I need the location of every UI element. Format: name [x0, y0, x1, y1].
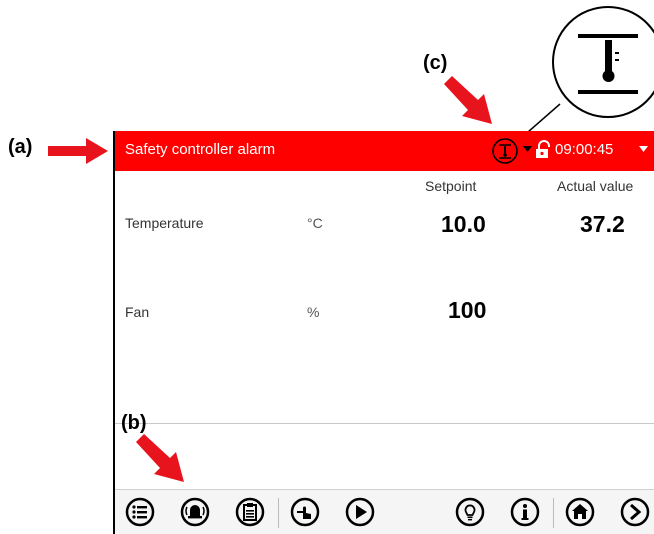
- temperature-setpoint[interactable]: 10.0: [441, 211, 486, 238]
- manual-touch-icon[interactable]: [290, 497, 320, 527]
- controller-screen: Safety controller alarm 09:00:45 Setpoin…: [113, 131, 654, 534]
- chevron-down-icon[interactable]: [523, 146, 533, 154]
- fan-setpoint[interactable]: 100: [448, 297, 486, 324]
- callout-label-b: (b): [121, 412, 147, 434]
- thermometer-alarm-icon[interactable]: [488, 136, 522, 166]
- divider: [115, 423, 654, 424]
- toolbar-separator: [553, 498, 554, 528]
- light-bulb-icon[interactable]: [455, 497, 485, 527]
- status-bar: Safety controller alarm 09:00:45: [115, 131, 654, 171]
- info-icon[interactable]: [510, 497, 540, 527]
- clipboard-icon[interactable]: [235, 497, 265, 527]
- temperature-actual: 37.2: [580, 211, 625, 237]
- callout-label-a: (a): [8, 136, 33, 158]
- play-icon[interactable]: [345, 497, 375, 527]
- clock-time[interactable]: 09:00:45: [555, 141, 613, 158]
- callout-arrow-b: [136, 434, 184, 482]
- alarm-message[interactable]: Safety controller alarm: [125, 141, 275, 158]
- callout-arrow-c: [444, 76, 492, 124]
- fan-unit: %: [307, 304, 320, 320]
- fan-label: Fan: [125, 304, 150, 320]
- bottom-toolbar: [115, 489, 654, 534]
- lock-icon[interactable]: [535, 140, 553, 160]
- temperature-label: Temperature: [125, 215, 204, 231]
- toolbar-separator: [278, 498, 279, 528]
- actual-value-header: Actual value: [557, 178, 634, 194]
- menu-list-icon[interactable]: [125, 497, 155, 527]
- setpoint-header: Setpoint: [425, 178, 477, 194]
- next-icon[interactable]: [620, 497, 650, 527]
- callout-label-c: (c): [423, 52, 448, 74]
- callout-arrow-a: [48, 138, 108, 164]
- home-icon[interactable]: [565, 497, 595, 527]
- chevron-down-icon[interactable]: [639, 146, 649, 154]
- alarm-bell-icon[interactable]: [180, 497, 210, 527]
- temperature-unit: °C: [307, 215, 323, 231]
